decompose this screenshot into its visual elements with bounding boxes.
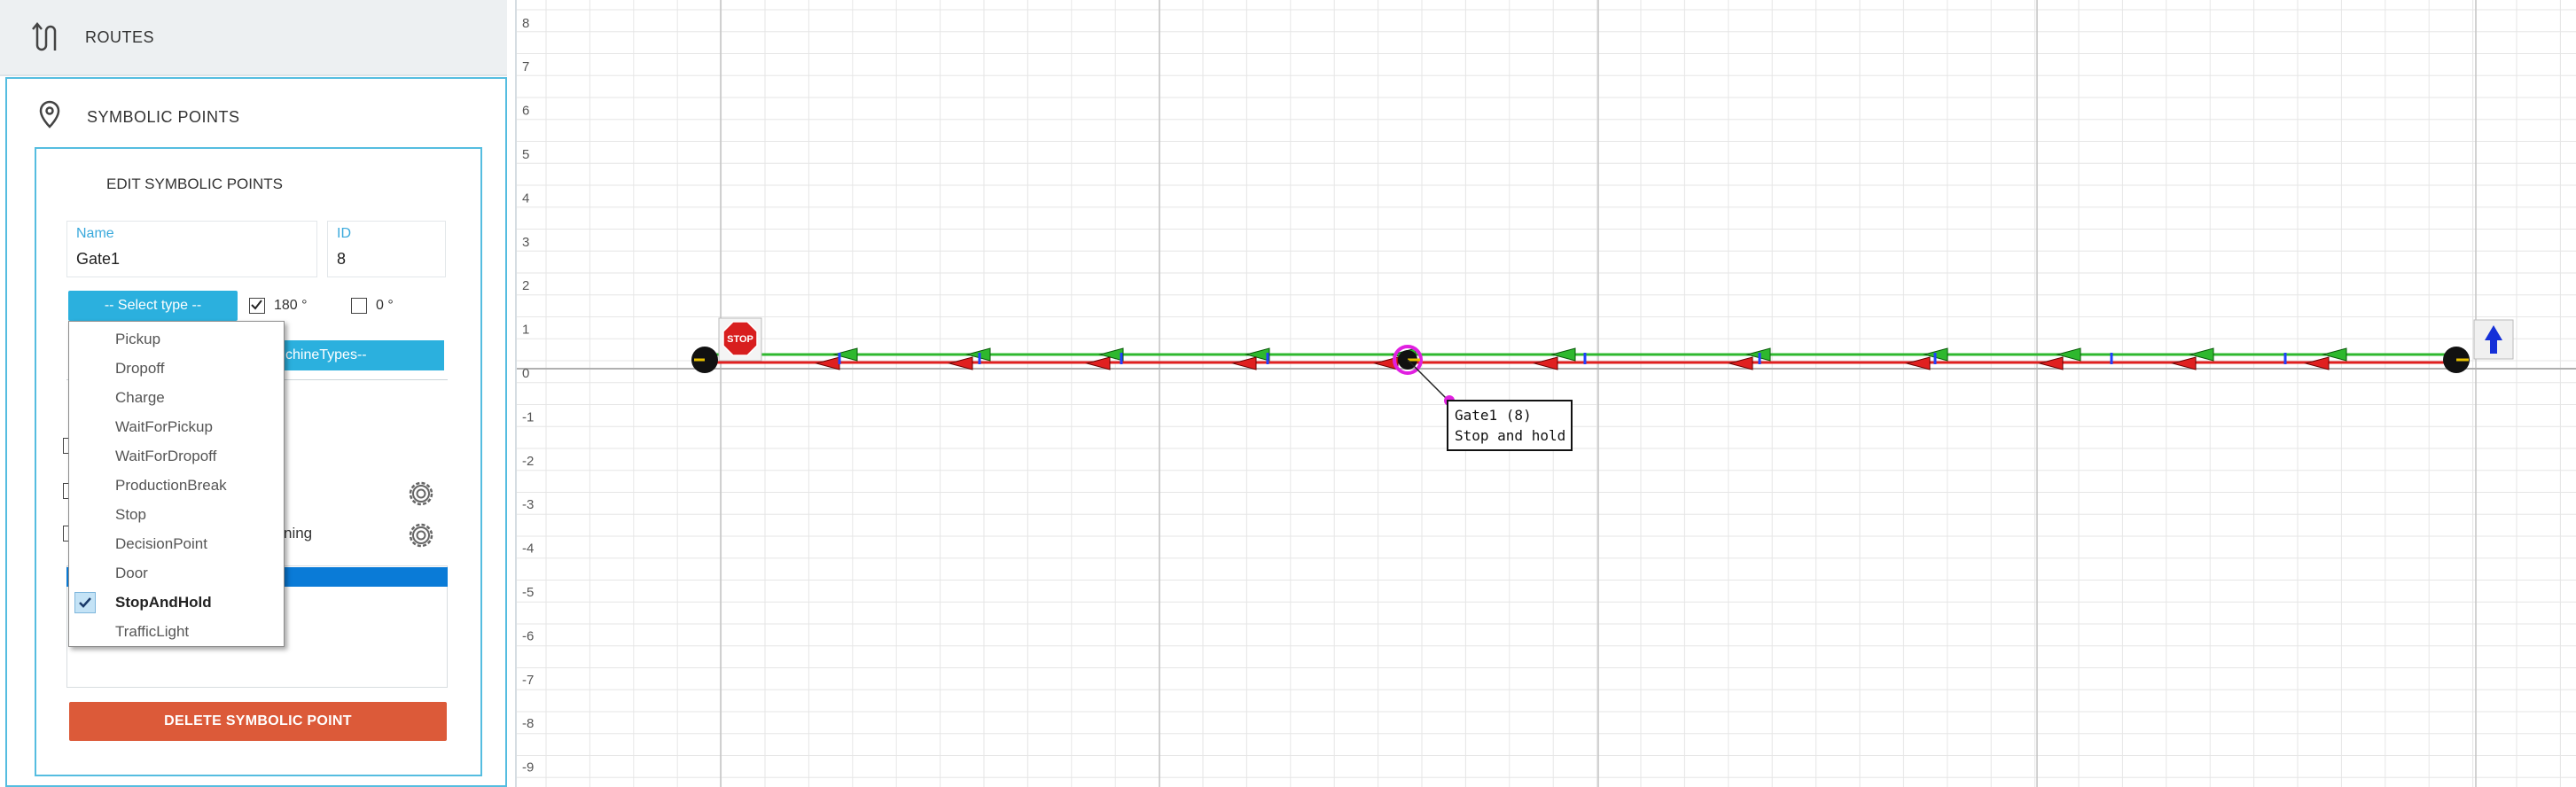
y-axis-label: 4 (522, 191, 529, 206)
checkbox-0[interactable] (351, 298, 367, 314)
delete-symbolic-point-button[interactable]: DELETE SYMBOLIC POINT (69, 702, 447, 741)
route-arrow-red (1905, 356, 1931, 370)
dropdown-item-decisionpoint[interactable]: DecisionPoint (69, 529, 284, 558)
dropdown-item-productionbreak[interactable]: ProductionBreak (69, 471, 284, 500)
name-field-label: Name (76, 226, 114, 241)
y-axis-label: 5 (522, 147, 529, 162)
checkmark-icon (251, 300, 262, 310)
route-arrow-red (2304, 356, 2330, 370)
dropdown-item-pickup[interactable]: Pickup (69, 324, 284, 354)
y-axis-label: 7 (522, 59, 529, 74)
id-field-value[interactable]: 8 (337, 250, 346, 269)
sidebar: ROUTES SYMBOLIC POINTS EDIT SYMBOLIC POI… (0, 0, 517, 787)
y-axis-labels: 8 7 6 5 4 3 2 1 0 -1 -2 -3 -4 -5 -6 -7 -8 -9 (522, 16, 534, 775)
tooltip-title: Gate1 (8) (1455, 407, 1532, 424)
dropdown-item-dropoff[interactable]: Dropoff (69, 354, 284, 383)
stop-sign-icon[interactable]: STOP (718, 317, 762, 362)
map-canvas[interactable]: 8 7 6 5 4 3 2 1 0 -1 -2 -3 -4 -5 -6 -7 -8 -9 STOP Gate1 (… (517, 0, 2576, 787)
nav-symbolic-points-label: SYMBOLIC POINTS (87, 107, 240, 126)
y-axis-label: 2 (522, 278, 529, 293)
checkmark-icon (74, 592, 96, 613)
gear-icon[interactable] (405, 519, 437, 551)
id-field[interactable]: ID 8 (327, 221, 446, 277)
tooltip-leader (1407, 359, 1449, 401)
stop-sign-text: STOP (727, 334, 753, 345)
dropdown-item-trafficlight[interactable]: TrafficLight (69, 617, 284, 646)
tooltip-subtitle: Stop and hold (1455, 427, 1565, 444)
route-arrow-red (1533, 356, 1558, 370)
route-arrow-red (1085, 356, 1111, 370)
type-dropdown-menu: Pickup Dropoff Charge WaitForPickup WaitForD… (68, 321, 285, 647)
y-axis-label: -3 (522, 497, 534, 512)
dropdown-item-waitfordropoff[interactable]: WaitForDropoff (69, 441, 284, 471)
route-arrow-red (1231, 356, 1257, 370)
y-axis-label: -2 (522, 454, 534, 469)
dropdown-item-stopandhold[interactable]: StopAndHold (69, 588, 284, 617)
id-field-label: ID (337, 226, 351, 241)
dropdown-item-waitforpickup[interactable]: WaitForPickup (69, 412, 284, 441)
y-axis-label: -1 (522, 409, 534, 425)
dropdown-item-stop[interactable]: Stop (69, 500, 284, 529)
name-field[interactable]: Name Gate1 (66, 221, 317, 277)
route-arrow-red (815, 356, 840, 370)
nav-symbolic-points[interactable]: SYMBOLIC POINTS (5, 77, 507, 155)
gear-icon[interactable] (405, 478, 437, 510)
route-arrow-red (2171, 356, 2197, 370)
location-pin-icon (39, 100, 60, 129)
route-red[interactable] (705, 356, 2456, 370)
route-arrow-red (948, 356, 973, 370)
north-arrow-icon[interactable] (2473, 319, 2514, 360)
y-axis-label: 1 (522, 323, 529, 338)
machine-types-select[interactable]: chineTypes-- (273, 340, 444, 370)
checkbox-0-label: 0 ° (376, 298, 394, 313)
y-axis-label: 6 (522, 104, 529, 119)
y-axis-label: -8 (522, 716, 534, 731)
y-axis-label: -7 (522, 673, 534, 688)
checkbox-180-label: 180 ° (274, 298, 308, 313)
y-axis-label: -9 (522, 760, 534, 775)
dropdown-item-door[interactable]: Door (69, 558, 284, 588)
name-field-value[interactable]: Gate1 (76, 250, 120, 269)
checkbox-180[interactable] (249, 298, 265, 314)
edit-panel-title: EDIT SYMBOLIC POINTS (106, 175, 284, 192)
route-arrow-red (2038, 356, 2064, 370)
machine-types-label: chineTypes-- (285, 347, 367, 362)
nav-routes[interactable]: ROUTES (0, 0, 507, 76)
y-axis-label: -6 (522, 628, 534, 643)
grid-minor (517, 0, 2576, 787)
partial-option-label: ning (284, 525, 313, 542)
point-tooltip: Gate1 (8) Stop and hold (1447, 400, 1573, 451)
y-axis-label: -5 (522, 585, 534, 600)
y-axis-label: 3 (522, 235, 529, 250)
route-arrow-red (1728, 356, 1753, 370)
nav-routes-label: ROUTES (85, 27, 155, 46)
y-axis-label: -4 (522, 542, 534, 557)
type-select[interactable]: -- Select type -- (68, 291, 238, 321)
dropdown-item-charge[interactable]: Charge (69, 383, 284, 412)
y-axis-label: 8 (522, 16, 529, 31)
y-axis-label: 0 (522, 366, 529, 381)
route-icon (32, 22, 57, 51)
